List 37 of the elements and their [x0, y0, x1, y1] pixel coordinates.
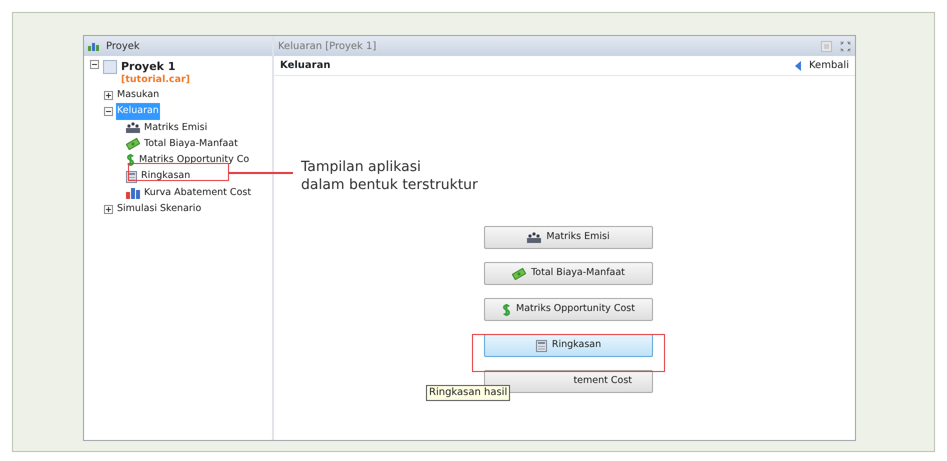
tree-item[interactable]: Simulasi Skenario	[116, 201, 202, 218]
leader-line	[229, 172, 293, 174]
banknote-icon	[126, 138, 140, 150]
expand-icon[interactable]	[104, 204, 113, 214]
panel-title: Keluaran [Proyek 1]	[278, 40, 376, 54]
annotation-text: Tampilan aplikasi dalam bentuk terstruktur	[301, 158, 478, 194]
back-link[interactable]: Kembali	[795, 58, 849, 73]
dollar-icon	[126, 153, 135, 168]
window-icon	[821, 40, 832, 52]
people-icon	[527, 232, 542, 243]
tree-item[interactable]: Ringkasan	[140, 168, 192, 185]
menu-button[interactable]: Matriks Opportunity Cost	[484, 298, 653, 321]
section-heading: Keluaran	[280, 59, 330, 73]
menu-button[interactable]: Total Biaya-Manfaat	[484, 262, 653, 285]
tree-item[interactable]: Kurva Abatement Cost	[143, 184, 252, 202]
collapse-icon[interactable]	[90, 60, 99, 69]
banknote-icon	[512, 268, 526, 280]
collapse-icon[interactable]	[104, 106, 113, 116]
file-name: [tutorial.car]	[121, 73, 190, 87]
tree-item[interactable]: Matriks Opportunity Co	[138, 152, 250, 168]
project-icon	[103, 60, 117, 74]
bar-chart-icon	[126, 186, 140, 199]
tree-item[interactable]: Proyek 1	[121, 60, 190, 73]
back-arrow-icon	[795, 60, 801, 70]
tree-item[interactable]: Total Biaya-Manfaat	[143, 136, 239, 152]
maximize-icon	[840, 40, 851, 52]
tree-item[interactable]: Matriks Emisi	[143, 120, 208, 136]
tree-item[interactable]: Masukan	[116, 87, 160, 104]
menu-button[interactable]: Ringkasan	[484, 334, 653, 357]
menu-button[interactable]: Matriks Emisi	[484, 226, 653, 249]
expand-icon[interactable]	[104, 90, 113, 100]
people-icon	[126, 122, 140, 134]
chart-icon	[88, 41, 102, 51]
calculator-icon	[536, 340, 547, 352]
tooltip: Ringkasan hasil	[426, 385, 510, 401]
panel-title: Proyek	[106, 40, 140, 54]
dollar-icon	[502, 302, 512, 316]
